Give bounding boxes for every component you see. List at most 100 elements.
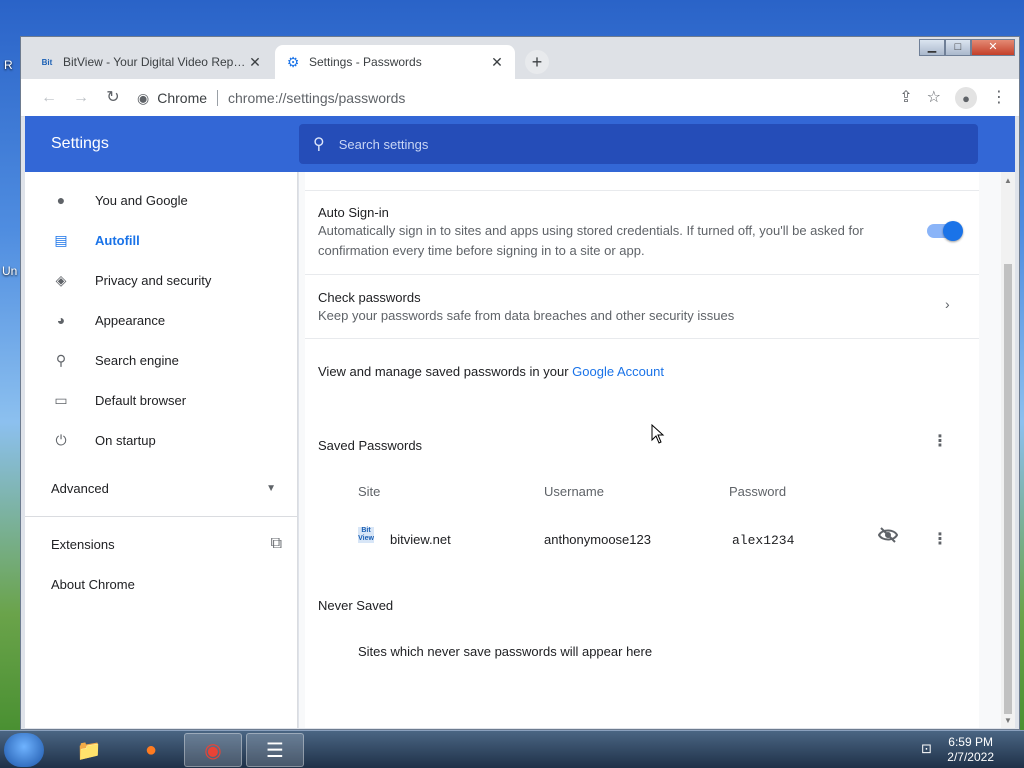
address-bar[interactable]: ◉ Chrome chrome://settings/passwords — [137, 85, 999, 111]
toggle-knob — [943, 221, 963, 241]
share-icon[interactable]: ⇪ — [899, 87, 912, 109]
sidebar-item-you-and-google[interactable]: ● You and Google — [25, 180, 298, 220]
tab-bitview[interactable]: Bit BitView - Your Digital Video Reposit… — [29, 45, 273, 79]
sidebar-item-privacy[interactable]: ◈ Privacy and security — [25, 260, 298, 300]
row-divider — [305, 190, 979, 191]
notepad-icon: ☰ — [266, 739, 284, 762]
maximize-button[interactable]: □ — [945, 39, 971, 56]
taskbar-explorer-button[interactable]: 📁 — [60, 733, 118, 767]
taskbar-firefox-button[interactable]: ● — [122, 733, 180, 767]
auto-signin-title: Auto Sign-in — [318, 205, 389, 220]
address-url[interactable]: chrome://settings/passwords — [228, 90, 405, 106]
reload-icon[interactable]: ↻ — [103, 88, 123, 108]
password-row-password: alex1234 — [732, 533, 795, 548]
passwords-card: Auto Sign-in Automatically sign in to si… — [305, 172, 979, 728]
taskbar-clock[interactable]: 6:59 PM 2/7/2022 — [947, 735, 994, 765]
window-controls: ▁ □ ✕ — [919, 39, 1015, 56]
mouse-cursor-icon — [651, 424, 665, 444]
sidebar-about-chrome[interactable]: About Chrome — [25, 564, 298, 604]
sidebar-about-label: About Chrome — [51, 576, 135, 592]
sidebar-item-label: You and Google — [95, 192, 188, 208]
clock-date: 2/7/2022 — [947, 750, 994, 764]
column-header-username: Username — [544, 484, 604, 499]
column-header-site: Site — [358, 484, 381, 499]
person-icon: ● — [56, 192, 66, 208]
sidebar-extensions-label: Extensions — [51, 536, 115, 552]
sidebar-item-default-browser[interactable]: ▭ Default browser — [25, 380, 298, 420]
clipboard-icon: ▤ — [54, 231, 68, 248]
column-header-password: Password — [729, 484, 787, 499]
settings-main: Auto Sign-in Automatically sign in to si… — [299, 172, 1015, 728]
auto-signin-toggle[interactable] — [927, 221, 963, 241]
sidebar-divider — [25, 516, 298, 517]
sidebar-item-label: Autofill — [95, 232, 140, 248]
main-scrollbar[interactable]: ▲ ▼ — [1001, 172, 1015, 728]
check-passwords-desc: Keep your passwords safe from data breac… — [318, 308, 735, 323]
scroll-up-icon[interactable]: ▲ — [1004, 176, 1012, 185]
desktop-icon-label: R — [4, 58, 13, 72]
tab-close-icon[interactable]: ✕ — [247, 54, 263, 71]
start-button[interactable] — [4, 733, 44, 767]
forward-arrow-icon[interactable]: → — [71, 88, 91, 108]
back-arrow-icon[interactable]: ← — [39, 88, 59, 108]
taskbar-notepad-button[interactable]: ☰ — [246, 733, 304, 767]
minimize-button[interactable]: ▁ — [919, 39, 945, 56]
new-tab-button[interactable]: + — [525, 50, 549, 74]
scroll-down-icon[interactable]: ▼ — [1004, 716, 1012, 725]
tab-settings[interactable]: ⚙ Settings - Passwords ✕ — [275, 45, 515, 79]
browser-toolbar: ← → ↻ ◉ Chrome chrome://settings/passwor… — [21, 79, 1019, 117]
check-passwords-title: Check passwords — [318, 290, 421, 305]
never-saved-empty-text: Sites which never save passwords will ap… — [358, 644, 653, 659]
gear-icon: ⚙ — [286, 53, 300, 70]
settings-header: Settings ⚲ Search settings — [25, 116, 1015, 172]
page-title: Settings — [51, 135, 109, 152]
bitview-favicon-icon: Bit — [41, 57, 53, 67]
search-settings-input[interactable]: ⚲ Search settings — [299, 124, 978, 164]
taskbar-chrome-button[interactable]: ◉ — [184, 733, 242, 767]
toolbar-actions: ⇪ ☆ ● ⋮ — [899, 87, 1007, 109]
scrollbar-thumb[interactable] — [1004, 264, 1012, 714]
address-chip: Chrome — [157, 90, 219, 106]
search-icon: ⚲ — [313, 136, 325, 153]
google-account-link[interactable]: Google Account — [572, 364, 664, 379]
browser-icon: ▭ — [54, 391, 68, 408]
tab-close-icon[interactable]: ✕ — [489, 54, 505, 71]
sidebar-item-label: Privacy and security — [95, 272, 212, 288]
sidebar-item-search-engine[interactable]: ⚲ Search engine — [25, 340, 298, 380]
sidebar-item-autofill[interactable]: ▤ Autofill — [25, 220, 298, 260]
search-placeholder: Search settings — [338, 136, 429, 152]
shield-icon: ◈ — [55, 271, 67, 288]
close-window-button[interactable]: ✕ — [971, 39, 1015, 56]
tab-strip: Bit BitView - Your Digital Video Reposit… — [21, 37, 1019, 79]
bitview-favicon-icon: Bit View — [358, 527, 374, 543]
manage-passwords-text: View and manage saved passwords in your … — [318, 364, 664, 379]
sidebar-advanced-label: Advanced — [51, 480, 109, 496]
sidebar-advanced[interactable]: Advanced ▼ — [25, 468, 298, 508]
password-row-menu-icon[interactable]: ⋮ — [932, 532, 948, 548]
profile-avatar-icon[interactable]: ● — [955, 87, 977, 109]
saved-passwords-menu-icon[interactable]: ⋮ — [932, 434, 948, 450]
chrome-icon: ◉ — [204, 739, 222, 762]
sidebar-item-on-startup[interactable]: ⏻ On startup — [25, 420, 298, 460]
password-row-site: bitview.net — [390, 532, 451, 547]
chevron-down-icon: ▼ — [266, 482, 276, 494]
sidebar-item-label: On startup — [95, 432, 156, 448]
password-row-username: anthonymoose123 — [544, 532, 651, 547]
manage-text: View and manage saved passwords in your — [318, 364, 573, 379]
auto-signin-desc-line2: confirmation every time before signing i… — [318, 243, 645, 258]
sidebar-item-appearance[interactable]: ◕ Appearance — [25, 300, 298, 340]
bookmark-star-icon[interactable]: ☆ — [927, 87, 941, 109]
desktop-icon-label: Un — [2, 264, 18, 278]
hide-password-icon[interactable] — [878, 527, 898, 543]
menu-kebab-icon[interactable]: ⋮ — [991, 87, 1007, 109]
tab-title: Settings - Passwords — [309, 55, 422, 69]
chevron-right-icon[interactable]: › — [945, 296, 950, 312]
row-divider — [305, 338, 979, 339]
sidebar-extensions[interactable]: Extensions ⧉ — [25, 524, 298, 564]
sidebar-item-label: Default browser — [95, 392, 187, 408]
sidebar-item-label: Search engine — [95, 352, 179, 368]
taskbar: 📁 ● ◉ ☰ ⊡ 6:59 PM 2/7/2022 — [0, 730, 1024, 768]
network-icon[interactable]: ⊡ — [921, 741, 932, 757]
chrome-secure-icon: ◉ — [137, 89, 150, 106]
tab-title: BitView - Your Digital Video Repository — [63, 55, 247, 69]
